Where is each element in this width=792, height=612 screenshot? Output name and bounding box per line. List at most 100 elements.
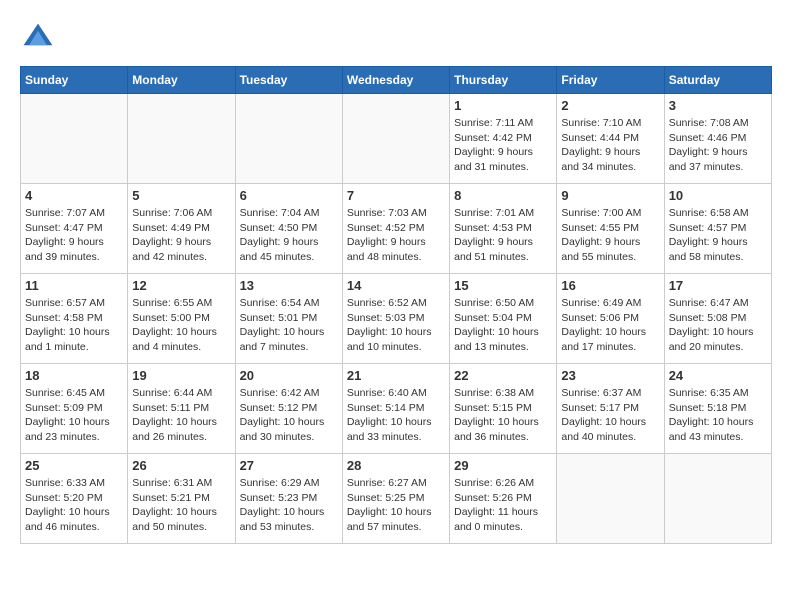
day-info: Sunrise: 6:52 AM Sunset: 5:03 PM Dayligh… — [347, 296, 445, 355]
day-info: Sunrise: 6:55 AM Sunset: 5:00 PM Dayligh… — [132, 296, 230, 355]
day-info: Sunrise: 7:06 AM Sunset: 4:49 PM Dayligh… — [132, 206, 230, 265]
day-number: 10 — [669, 188, 767, 203]
calendar-cell: 13 Sunrise: 6:54 AM Sunset: 5:01 PM Dayli… — [235, 274, 342, 364]
calendar-cell: 29 Sunrise: 6:26 AM Sunset: 5:26 PM Dayli… — [450, 454, 557, 544]
calendar-cell: 9 Sunrise: 7:00 AM Sunset: 4:55 PM Daylig… — [557, 184, 664, 274]
day-header-saturday: Saturday — [664, 67, 771, 94]
calendar-cell: 8 Sunrise: 7:01 AM Sunset: 4:53 PM Daylig… — [450, 184, 557, 274]
day-info: Sunrise: 6:57 AM Sunset: 4:58 PM Dayligh… — [25, 296, 123, 355]
day-number: 25 — [25, 458, 123, 473]
day-info: Sunrise: 6:33 AM Sunset: 5:20 PM Dayligh… — [25, 476, 123, 535]
day-number: 11 — [25, 278, 123, 293]
day-header-tuesday: Tuesday — [235, 67, 342, 94]
calendar-cell: 14 Sunrise: 6:52 AM Sunset: 5:03 PM Dayli… — [342, 274, 449, 364]
calendar-cell — [235, 94, 342, 184]
day-info: Sunrise: 6:42 AM Sunset: 5:12 PM Dayligh… — [240, 386, 338, 445]
day-info: Sunrise: 6:45 AM Sunset: 5:09 PM Dayligh… — [25, 386, 123, 445]
calendar-cell: 17Sunrise: 6:47 AM Sunset: 5:08 PM Dayli… — [664, 274, 771, 364]
day-header-friday: Friday — [557, 67, 664, 94]
calendar-cell: 28 Sunrise: 6:27 AM Sunset: 5:25 PM Dayli… — [342, 454, 449, 544]
day-header-thursday: Thursday — [450, 67, 557, 94]
day-number: 18 — [25, 368, 123, 383]
calendar-cell: 22 Sunrise: 6:38 AM Sunset: 5:15 PM Dayli… — [450, 364, 557, 454]
day-number: 20 — [240, 368, 338, 383]
calendar-cell — [557, 454, 664, 544]
day-number: 16 — [561, 278, 659, 293]
day-number: 22 — [454, 368, 552, 383]
day-info: Sunrise: 7:04 AM Sunset: 4:50 PM Dayligh… — [240, 206, 338, 265]
day-info: Sunrise: 7:03 AM Sunset: 4:52 PM Dayligh… — [347, 206, 445, 265]
calendar-cell: 1 Sunrise: 7:11 AM Sunset: 4:42 PM Daylig… — [450, 94, 557, 184]
day-info: Sunrise: 6:38 AM Sunset: 5:15 PM Dayligh… — [454, 386, 552, 445]
day-number: 5 — [132, 188, 230, 203]
day-number: 23 — [561, 368, 659, 383]
day-info: Sunrise: 6:35 AM Sunset: 5:18 PM Dayligh… — [669, 386, 767, 445]
calendar-cell — [128, 94, 235, 184]
calendar-cell: 23 Sunrise: 6:37 AM Sunset: 5:17 PM Dayli… — [557, 364, 664, 454]
calendar-cell: 12Sunrise: 6:55 AM Sunset: 5:00 PM Dayli… — [128, 274, 235, 364]
calendar-cell: 6 Sunrise: 7:04 AM Sunset: 4:50 PM Daylig… — [235, 184, 342, 274]
day-info: Sunrise: 7:10 AM Sunset: 4:44 PM Dayligh… — [561, 116, 659, 175]
calendar-header-row: SundayMondayTuesdayWednesdayThursdayFrid… — [21, 67, 772, 94]
day-number: 1 — [454, 98, 552, 113]
day-info: Sunrise: 6:50 AM Sunset: 5:04 PM Dayligh… — [454, 296, 552, 355]
logo — [20, 20, 60, 56]
calendar-table: SundayMondayTuesdayWednesdayThursdayFrid… — [20, 66, 772, 544]
day-number: 3 — [669, 98, 767, 113]
day-info: Sunrise: 6:44 AM Sunset: 5:11 PM Dayligh… — [132, 386, 230, 445]
day-info: Sunrise: 7:11 AM Sunset: 4:42 PM Dayligh… — [454, 116, 552, 175]
calendar-cell: 21 Sunrise: 6:40 AM Sunset: 5:14 PM Dayli… — [342, 364, 449, 454]
day-info: Sunrise: 7:01 AM Sunset: 4:53 PM Dayligh… — [454, 206, 552, 265]
calendar-cell: 5 Sunrise: 7:06 AM Sunset: 4:49 PM Daylig… — [128, 184, 235, 274]
day-number: 14 — [347, 278, 445, 293]
day-info: Sunrise: 6:40 AM Sunset: 5:14 PM Dayligh… — [347, 386, 445, 445]
calendar-cell: 20 Sunrise: 6:42 AM Sunset: 5:12 PM Dayli… — [235, 364, 342, 454]
day-info: Sunrise: 7:08 AM Sunset: 4:46 PM Dayligh… — [669, 116, 767, 175]
day-number: 29 — [454, 458, 552, 473]
week-row-4: 18 Sunrise: 6:45 AM Sunset: 5:09 PM Dayli… — [21, 364, 772, 454]
day-number: 24 — [669, 368, 767, 383]
day-number: 2 — [561, 98, 659, 113]
logo-icon — [20, 20, 56, 56]
day-info: Sunrise: 6:47 AM Sunset: 5:08 PM Dayligh… — [669, 296, 767, 355]
day-info: Sunrise: 6:37 AM Sunset: 5:17 PM Dayligh… — [561, 386, 659, 445]
calendar-cell: 27 Sunrise: 6:29 AM Sunset: 5:23 PM Dayli… — [235, 454, 342, 544]
day-number: 9 — [561, 188, 659, 203]
calendar-cell — [664, 454, 771, 544]
calendar-cell — [21, 94, 128, 184]
day-info: Sunrise: 7:07 AM Sunset: 4:47 PM Dayligh… — [25, 206, 123, 265]
week-row-2: 4 Sunrise: 7:07 AM Sunset: 4:47 PM Daylig… — [21, 184, 772, 274]
calendar-cell — [342, 94, 449, 184]
day-info: Sunrise: 6:29 AM Sunset: 5:23 PM Dayligh… — [240, 476, 338, 535]
calendar-cell: 7Sunrise: 7:03 AM Sunset: 4:52 PM Daylig… — [342, 184, 449, 274]
day-info: Sunrise: 6:27 AM Sunset: 5:25 PM Dayligh… — [347, 476, 445, 535]
day-header-wednesday: Wednesday — [342, 67, 449, 94]
day-info: Sunrise: 6:26 AM Sunset: 5:26 PM Dayligh… — [454, 476, 552, 535]
day-info: Sunrise: 7:00 AM Sunset: 4:55 PM Dayligh… — [561, 206, 659, 265]
calendar-cell: 26 Sunrise: 6:31 AM Sunset: 5:21 PM Dayli… — [128, 454, 235, 544]
day-info: Sunrise: 6:54 AM Sunset: 5:01 PM Dayligh… — [240, 296, 338, 355]
day-number: 6 — [240, 188, 338, 203]
calendar-cell: 18 Sunrise: 6:45 AM Sunset: 5:09 PM Dayli… — [21, 364, 128, 454]
calendar-cell: 15 Sunrise: 6:50 AM Sunset: 5:04 PM Dayli… — [450, 274, 557, 364]
day-number: 27 — [240, 458, 338, 473]
day-number: 28 — [347, 458, 445, 473]
calendar-cell: 19 Sunrise: 6:44 AM Sunset: 5:11 PM Dayli… — [128, 364, 235, 454]
week-row-3: 11 Sunrise: 6:57 AM Sunset: 4:58 PM Dayli… — [21, 274, 772, 364]
page-header — [20, 20, 772, 56]
week-row-1: 1 Sunrise: 7:11 AM Sunset: 4:42 PM Daylig… — [21, 94, 772, 184]
day-number: 8 — [454, 188, 552, 203]
day-header-sunday: Sunday — [21, 67, 128, 94]
calendar-cell: 2 Sunrise: 7:10 AM Sunset: 4:44 PM Daylig… — [557, 94, 664, 184]
day-info: Sunrise: 6:31 AM Sunset: 5:21 PM Dayligh… — [132, 476, 230, 535]
calendar-cell: 10Sunrise: 6:58 AM Sunset: 4:57 PM Dayli… — [664, 184, 771, 274]
day-number: 26 — [132, 458, 230, 473]
calendar-cell: 25 Sunrise: 6:33 AM Sunset: 5:20 PM Dayli… — [21, 454, 128, 544]
day-number: 15 — [454, 278, 552, 293]
day-info: Sunrise: 6:49 AM Sunset: 5:06 PM Dayligh… — [561, 296, 659, 355]
day-number: 19 — [132, 368, 230, 383]
day-number: 21 — [347, 368, 445, 383]
calendar-cell: 16 Sunrise: 6:49 AM Sunset: 5:06 PM Dayli… — [557, 274, 664, 364]
day-number: 13 — [240, 278, 338, 293]
day-number: 4 — [25, 188, 123, 203]
